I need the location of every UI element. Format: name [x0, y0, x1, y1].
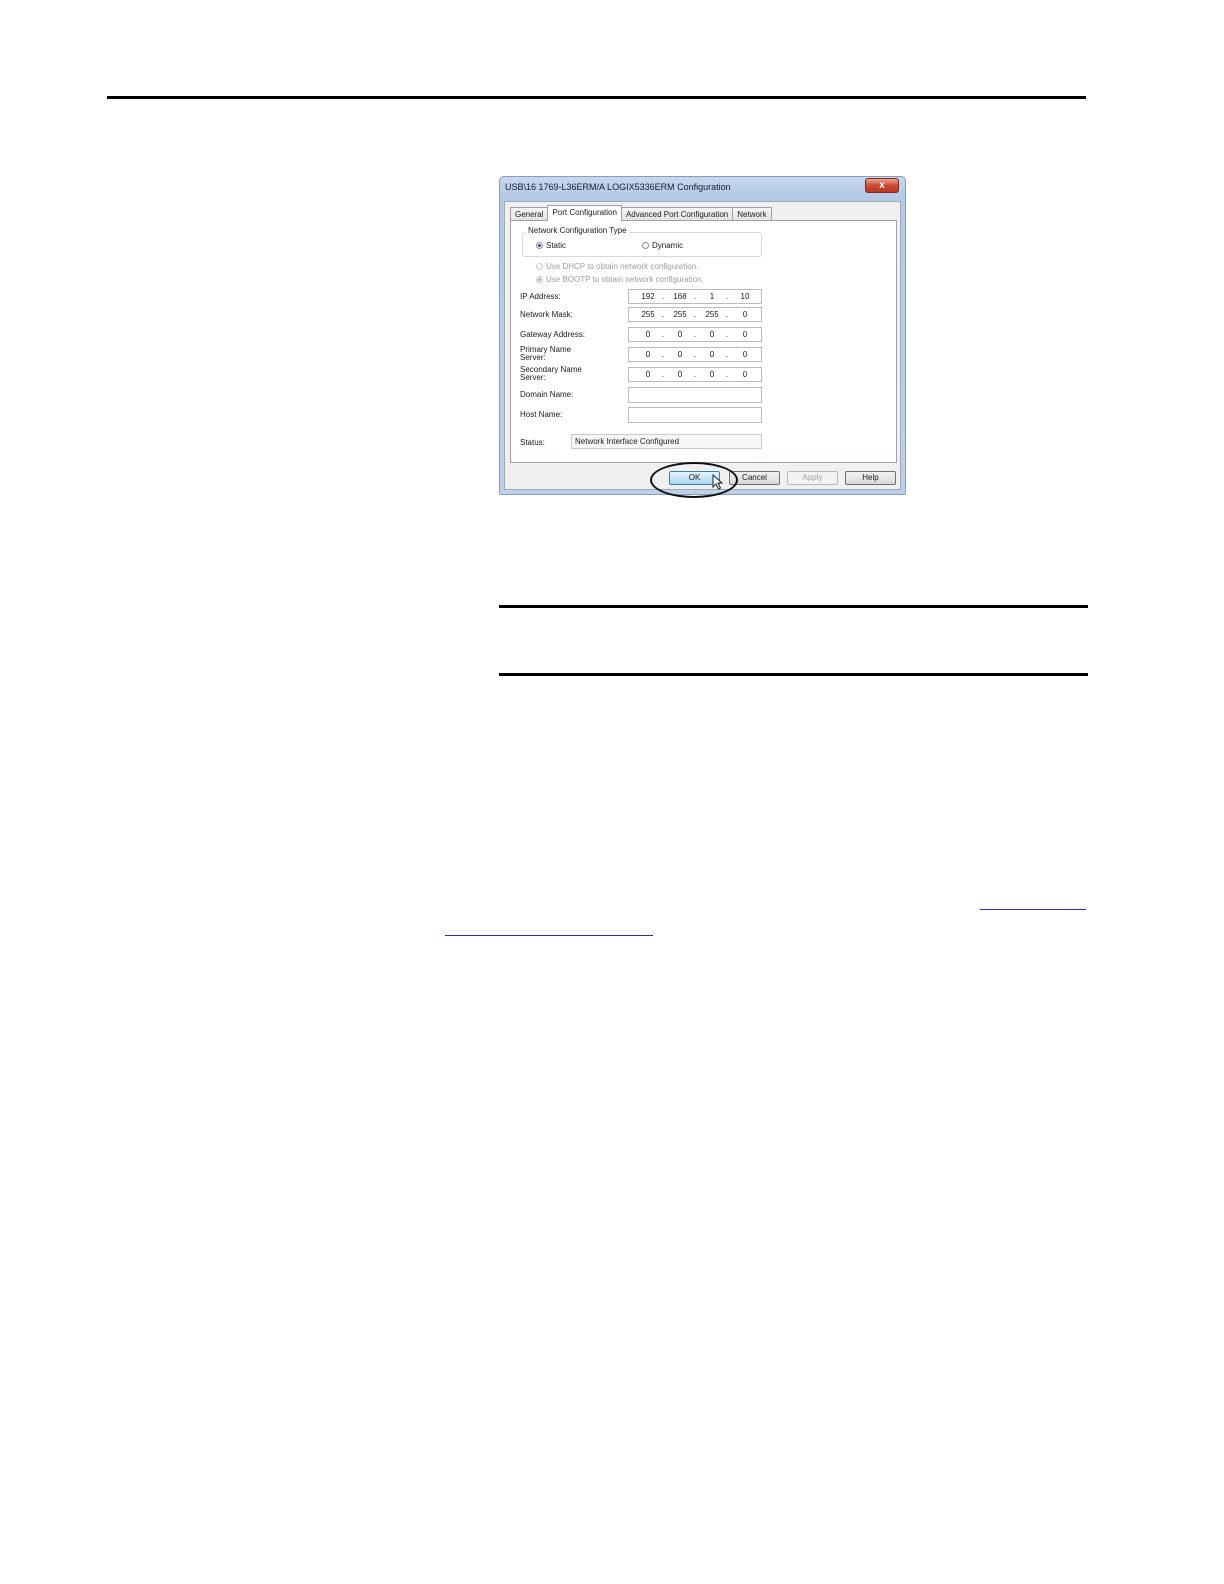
domain-name-label: Domain Name:: [520, 390, 574, 399]
tab-network[interactable]: Network: [732, 207, 772, 221]
port-configuration-dialog: USB\16 1769-L36ERM/A LOGIX5336ERM Config…: [499, 176, 906, 495]
header-rule: [107, 96, 1086, 99]
secondary-dns-octet-2[interactable]: 0: [670, 370, 690, 379]
secondary-dns-octet-1[interactable]: 0: [638, 370, 658, 379]
octet-separator: .: [693, 310, 697, 319]
bootp-radio-option: Use BOOTP to obtain network configuratio…: [536, 275, 704, 284]
ip-octet-4[interactable]: 10: [735, 292, 755, 301]
ip-octet-2[interactable]: 168: [670, 292, 690, 301]
domain-name-input[interactable]: [628, 387, 762, 403]
octet-separator: .: [661, 292, 665, 301]
apply-button: Apply: [787, 471, 838, 485]
close-icon: x: [879, 180, 885, 191]
dynamic-radio[interactable]: [642, 242, 649, 249]
document-page: USB\16 1769-L36ERM/A LOGIX5336ERM Config…: [0, 0, 1224, 1584]
secondary-name-server-label-line2: Server:: [520, 373, 546, 382]
dialog-title: USB\16 1769-L36ERM/A LOGIX5336ERM Config…: [505, 182, 731, 192]
octet-separator: .: [693, 330, 697, 339]
tab-strip: General Port Configuration Advanced Port…: [510, 205, 772, 221]
tab-general[interactable]: General: [510, 207, 549, 221]
ip-address-label: IP Address:: [520, 292, 561, 301]
octet-separator: .: [693, 350, 697, 359]
network-mask-field[interactable]: 255 . 255 . 255 . 0: [628, 307, 762, 322]
status-value: Network Interface Configured: [571, 434, 762, 449]
gateway-octet-1[interactable]: 0: [638, 330, 658, 339]
mask-octet-4[interactable]: 0: [735, 310, 755, 319]
dhcp-radio: [536, 263, 543, 270]
dialog-titlebar[interactable]: USB\16 1769-L36ERM/A LOGIX5336ERM Config…: [500, 177, 905, 199]
host-name-label: Host Name:: [520, 410, 563, 419]
octet-separator: .: [725, 292, 729, 301]
mask-octet-3[interactable]: 255: [702, 310, 722, 319]
bootp-label: Use BOOTP to obtain network configuratio…: [546, 275, 704, 284]
mask-octet-2[interactable]: 255: [670, 310, 690, 319]
gateway-address-field[interactable]: 0 . 0 . 0 . 0: [628, 327, 762, 342]
hyperlink-underline[interactable]: [980, 909, 1086, 910]
static-radio[interactable]: [536, 242, 543, 249]
octet-separator: .: [693, 292, 697, 301]
secondary-dns-octet-4[interactable]: 0: [735, 370, 755, 379]
mouse-pointer-icon: [712, 474, 724, 490]
tab-port-configuration[interactable]: Port Configuration: [547, 205, 622, 221]
close-button[interactable]: x: [865, 178, 899, 193]
dialog-client-area: General Port Configuration Advanced Port…: [504, 201, 901, 490]
primary-dns-octet-1[interactable]: 0: [638, 350, 658, 359]
note-bottom-rule: [499, 673, 1088, 676]
dynamic-radio-option[interactable]: Dynamic: [642, 241, 683, 250]
octet-separator: .: [693, 370, 697, 379]
octet-separator: .: [725, 310, 729, 319]
network-configuration-type-legend: Network Configuration Type: [526, 226, 629, 235]
port-configuration-panel: Network Configuration Type Static Dynami…: [510, 220, 897, 463]
gateway-octet-2[interactable]: 0: [670, 330, 690, 339]
octet-separator: .: [725, 350, 729, 359]
ip-address-field[interactable]: 192 . 168 . 1 . 10: [628, 289, 762, 304]
octet-separator: .: [725, 330, 729, 339]
hyperlink-underline[interactable]: [445, 935, 653, 936]
ip-octet-1[interactable]: 192: [638, 292, 658, 301]
status-label: Status:: [520, 438, 545, 447]
bootp-radio: [536, 276, 543, 283]
octet-separator: .: [661, 310, 665, 319]
primary-name-server-field[interactable]: 0 . 0 . 0 . 0: [628, 347, 762, 362]
gateway-octet-4[interactable]: 0: [735, 330, 755, 339]
mask-octet-1[interactable]: 255: [638, 310, 658, 319]
primary-dns-octet-3[interactable]: 0: [702, 350, 722, 359]
primary-dns-octet-4[interactable]: 0: [735, 350, 755, 359]
ip-octet-3[interactable]: 1: [702, 292, 722, 301]
octet-separator: .: [661, 330, 665, 339]
dhcp-label: Use DHCP to obtain network configuration…: [546, 262, 699, 271]
static-label: Static: [546, 241, 567, 250]
primary-name-server-label-line2: Server:: [520, 353, 546, 362]
octet-separator: .: [661, 350, 665, 359]
help-button[interactable]: Help: [845, 471, 896, 485]
static-radio-option[interactable]: Static: [536, 241, 566, 250]
tab-advanced-port-configuration[interactable]: Advanced Port Configuration: [620, 207, 734, 221]
octet-separator: .: [661, 370, 665, 379]
ok-button-callout-ellipse: [650, 462, 738, 498]
note-top-rule: [499, 605, 1088, 608]
secondary-dns-octet-3[interactable]: 0: [702, 370, 722, 379]
secondary-name-server-field[interactable]: 0 . 0 . 0 . 0: [628, 367, 762, 382]
gateway-address-label: Gateway Address:: [520, 330, 585, 339]
octet-separator: .: [725, 370, 729, 379]
host-name-input[interactable]: [628, 407, 762, 423]
primary-dns-octet-2[interactable]: 0: [670, 350, 690, 359]
gateway-octet-3[interactable]: 0: [702, 330, 722, 339]
dhcp-radio-option: Use DHCP to obtain network configuration…: [536, 262, 698, 271]
network-mask-label: Network Mask:: [520, 310, 573, 319]
dynamic-label: Dynamic: [652, 241, 684, 250]
